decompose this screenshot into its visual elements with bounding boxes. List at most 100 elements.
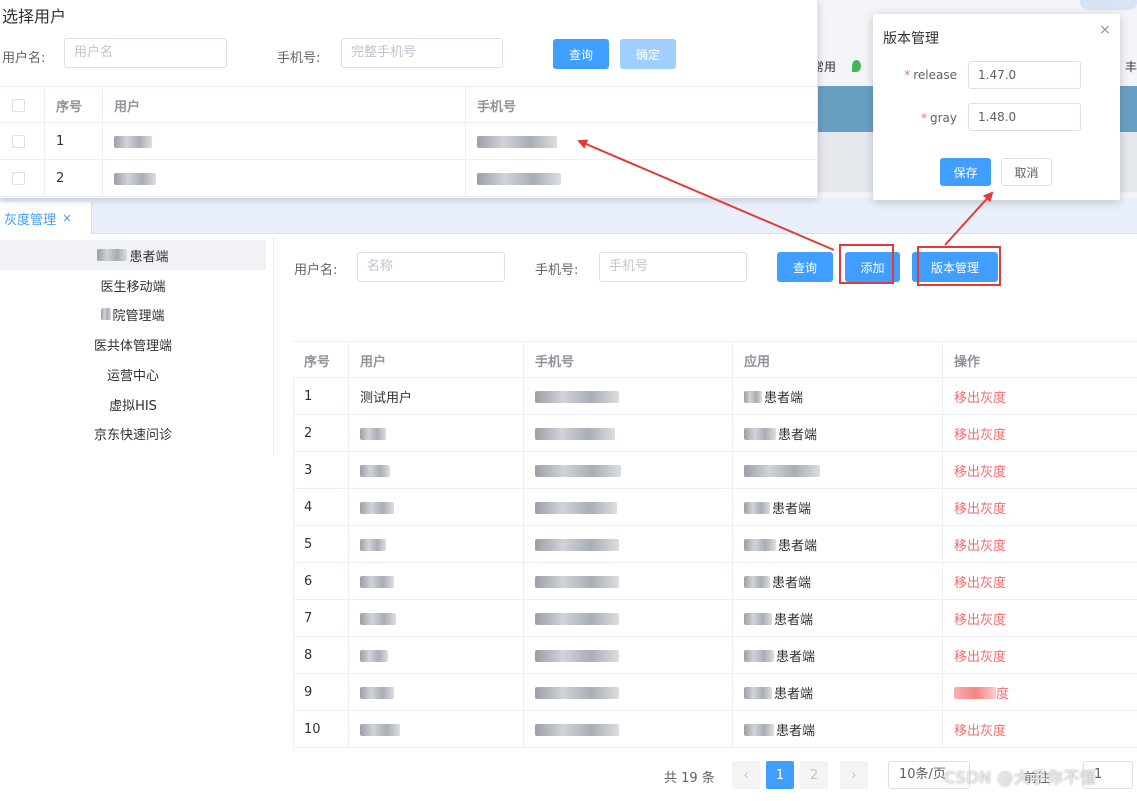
row-user <box>349 711 524 748</box>
sidebar-item-medical-alliance[interactable]: 医共体管理端 <box>0 329 266 359</box>
blurred-value <box>360 686 394 699</box>
dialog-phone-label: 手机号: <box>277 51 321 66</box>
row-phone <box>524 711 733 748</box>
page-2-button[interactable]: 2 <box>800 761 828 789</box>
table-row: 5 患者端 移出灰度 <box>293 526 1137 563</box>
table-row: 3 移出灰度 <box>293 452 1137 489</box>
dialog-confirm-button[interactable]: 确定 <box>620 39 676 69</box>
row-user <box>349 600 524 637</box>
tab-close-icon[interactable]: × <box>62 211 72 225</box>
blurred-value <box>535 649 619 662</box>
dialog-phone-input[interactable]: 完整手机号 <box>341 38 503 68</box>
next-page-button[interactable]: › <box>840 761 868 789</box>
leaf-icon <box>852 60 861 72</box>
sidebar-item-doctor-mobile[interactable]: 医生移动端 <box>0 270 266 300</box>
row-app-label: 患者端 <box>774 613 814 628</box>
sidebar-item-virtual-his[interactable]: 虚拟HIS <box>0 389 266 419</box>
blurred-value <box>360 501 394 514</box>
remove-gray-link[interactable]: 移出灰度 <box>943 526 1137 563</box>
remove-gray-link[interactable]: 移出灰度 <box>943 489 1137 526</box>
annotation-box-version <box>917 246 1001 286</box>
blurred-value <box>744 723 774 736</box>
remove-gray-link[interactable]: 移出灰度 <box>943 637 1137 674</box>
col-header-actions: 操作 <box>954 355 981 370</box>
blurred-prefix <box>101 308 112 320</box>
sidebar-item-hospital-admin[interactable]: 院管理端 <box>0 299 266 329</box>
remove-gray-link[interactable]: 移出灰度 <box>943 378 1137 415</box>
watermark-text: CSDN @大手你不懂 <box>944 768 1097 787</box>
row-phone <box>524 637 733 674</box>
tab-gray-management[interactable]: 灰度管理 × <box>0 202 92 234</box>
remove-gray-link[interactable]: 移出灰度 <box>943 415 1137 452</box>
sidebar-item-label: 患者端 <box>129 249 169 265</box>
remove-gray-link[interactable]: 度 <box>943 674 1137 711</box>
remove-gray-label: 度 <box>996 687 1010 702</box>
row-app-label: 患者端 <box>772 502 812 517</box>
row-phone <box>524 452 733 489</box>
col-header-app: 应用 <box>733 342 943 379</box>
dialog-query-button[interactable]: 查询 <box>553 39 609 69</box>
row-checkbox[interactable] <box>0 123 45 160</box>
checkbox-box <box>12 99 25 112</box>
table-row: 10 患者端 移出灰度 <box>293 711 1137 748</box>
sidebar-item-jd-consult[interactable]: 京东快速问诊 <box>0 418 266 448</box>
blurred-value <box>477 172 561 185</box>
row-user <box>103 160 466 197</box>
row-phone <box>524 674 733 711</box>
bookmark-edge-text[interactable]: 丰 <box>1125 58 1137 75</box>
page-1-button[interactable]: 1 <box>766 761 794 789</box>
row-checkbox[interactable] <box>0 160 45 197</box>
gray-input[interactable]: 1.48.0 <box>968 103 1081 131</box>
blurred-value <box>744 390 762 403</box>
username-input[interactable]: 名称 <box>357 252 505 282</box>
blurred-value <box>744 575 770 588</box>
row-phone <box>466 123 818 160</box>
row-index: 8 <box>293 637 349 674</box>
remove-gray-link[interactable]: 移出灰度 <box>943 452 1137 489</box>
blurred-value <box>360 723 400 736</box>
row-index: 6 <box>293 563 349 600</box>
query-button[interactable]: 查询 <box>777 252 833 282</box>
background-tab-pill <box>1080 0 1137 10</box>
blurred-value <box>360 538 386 551</box>
username-label: 用户名: <box>294 263 338 278</box>
blurred-value <box>114 172 156 185</box>
row-user <box>349 415 524 452</box>
row-user <box>349 637 524 674</box>
prev-page-button[interactable]: ‹ <box>732 761 760 789</box>
sidebar-item-operations[interactable]: 运营中心 <box>0 359 266 389</box>
remove-gray-link[interactable]: 移出灰度 <box>943 563 1137 600</box>
row-user <box>349 563 524 600</box>
sidebar-item-label: 医生移动端 <box>100 279 166 295</box>
row-app <box>733 452 943 489</box>
sidebar-item-patient[interactable]: 患者端 <box>0 240 266 270</box>
gray-management-page: 灰度管理 × 患者端 医生移动端 院管理端 医共体管理端 运营中心 虚拟HIS … <box>0 198 1137 801</box>
row-app: 患者端 <box>733 674 943 711</box>
gray-label: * gray <box>920 111 957 125</box>
row-user <box>103 123 466 160</box>
save-button[interactable]: 保存 <box>940 158 991 186</box>
row-app: 患者端 <box>733 563 943 600</box>
annotation-box-add <box>839 244 894 284</box>
version-dialog-title: 版本管理 <box>883 31 939 47</box>
row-app-label: 患者端 <box>778 428 818 443</box>
release-input[interactable]: 1.47.0 <box>968 61 1081 89</box>
sidebar-item-label: 医共体管理端 <box>93 338 172 354</box>
row-user <box>349 489 524 526</box>
cancel-button[interactable]: 取消 <box>1001 158 1052 186</box>
remove-gray-link[interactable]: 移出灰度 <box>943 711 1137 748</box>
select-all-checkbox[interactable] <box>0 87 45 124</box>
row-app: 患者端 <box>733 489 943 526</box>
close-icon[interactable]: × <box>1099 22 1111 38</box>
checkbox-box <box>12 172 25 185</box>
blurred-value <box>535 427 615 440</box>
sidebar-item-label: 院管理端 <box>112 308 165 324</box>
blurred-value <box>744 649 774 662</box>
dialog-username-input[interactable]: 用户名 <box>64 38 227 68</box>
remove-gray-link[interactable]: 移出灰度 <box>943 600 1137 637</box>
table-row: 1 测试用户 患者端 移出灰度 <box>293 378 1137 415</box>
table-row: 6 患者端 移出灰度 <box>293 563 1137 600</box>
phone-input[interactable]: 手机号 <box>599 252 747 282</box>
table-row: 2 患者端 移出灰度 <box>293 415 1137 452</box>
row-phone <box>524 600 733 637</box>
